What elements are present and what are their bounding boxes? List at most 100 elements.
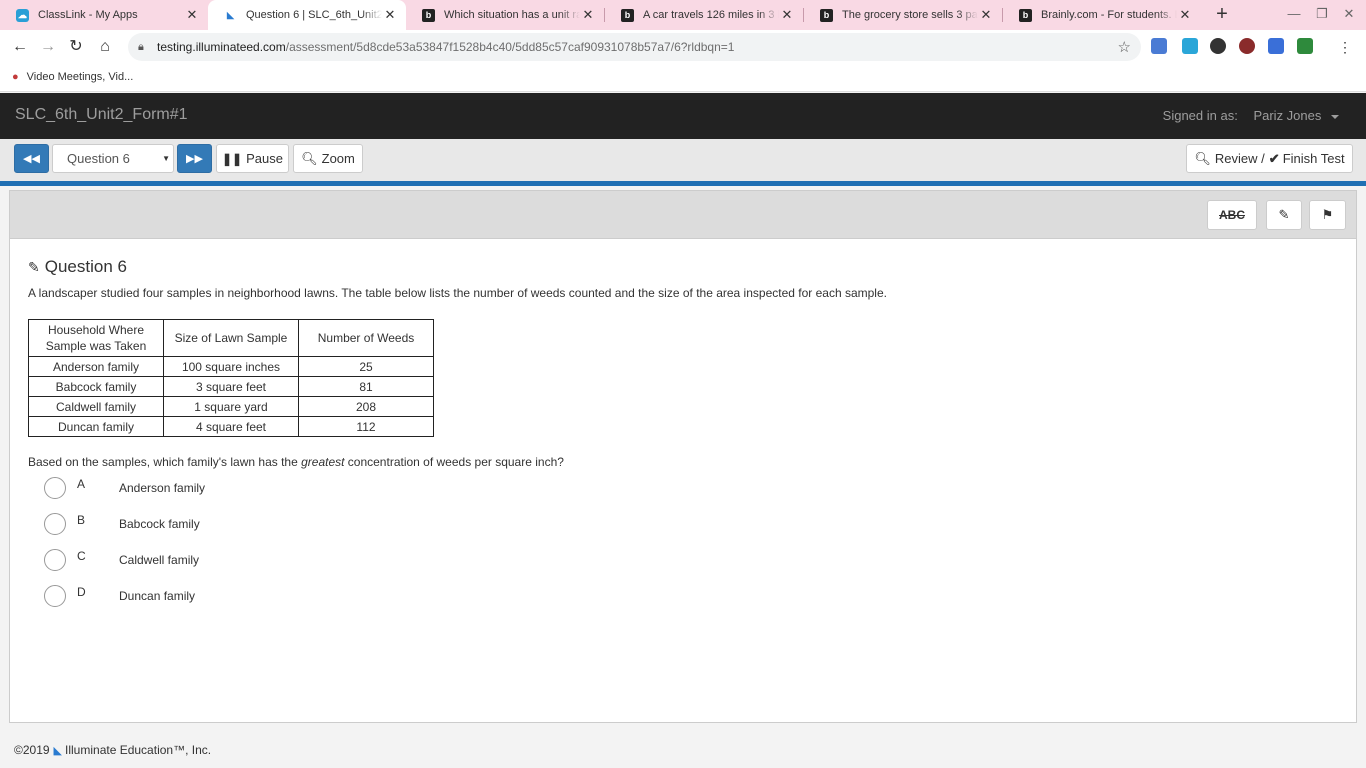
bookmark-star-icon[interactable]: ☆ bbox=[1118, 38, 1131, 56]
assessment-title: SLC_6th_Unit2_Form#1 bbox=[15, 106, 188, 123]
tab-title: A car travels 126 miles in 3 h bbox=[643, 9, 779, 21]
choice-text: Babcock family bbox=[119, 517, 200, 531]
question-panel: ABC ✎ ⚑ ✎ Question 6 A landscaper studie… bbox=[9, 190, 1357, 723]
forward-icon[interactable]: → bbox=[36, 35, 60, 59]
extension-icon[interactable] bbox=[1297, 38, 1313, 54]
zoom-button[interactable]: 🔍︎ Zoom bbox=[293, 144, 363, 173]
review-finish-button[interactable]: 🔍︎ Review / ✔ Finish Test bbox=[1186, 144, 1353, 173]
user-menu[interactable]: Signed in as: Pariz Jones bbox=[1163, 108, 1339, 123]
extension-icon[interactable] bbox=[1239, 38, 1255, 54]
choice-letter: C bbox=[77, 549, 86, 563]
previous-question-button[interactable]: ◀◀ bbox=[14, 144, 49, 173]
user-name: Pariz Jones bbox=[1253, 108, 1322, 123]
extension-icon[interactable] bbox=[1151, 38, 1167, 54]
brainly-icon: b bbox=[1019, 8, 1032, 22]
pause-icon: ❚❚ bbox=[222, 151, 243, 166]
notes-button[interactable]: ✎ bbox=[1266, 200, 1302, 230]
close-tab-icon[interactable]: ✕ bbox=[1177, 7, 1193, 23]
table-row: Anderson family 100 square inches 25 bbox=[28, 356, 434, 377]
tab-title: Brainly.com - For students. By bbox=[1041, 9, 1177, 21]
weeds-table: Household Where Sample was Taken Size of… bbox=[28, 319, 434, 437]
question-stem-emphasis: greatest bbox=[301, 455, 345, 469]
test-controls: ◀◀ Question 6 ▼ ▶▶ ❚❚ Pause 🔍︎ Zoom 🔍︎ R… bbox=[0, 139, 1366, 181]
question-select[interactable]: Question 6 ▼ bbox=[52, 144, 174, 173]
choice-text: Caldwell family bbox=[119, 553, 200, 567]
table-cell: 3 square feet bbox=[163, 376, 299, 397]
table-cell: 208 bbox=[298, 396, 434, 417]
pause-label: Pause bbox=[246, 151, 283, 166]
bookmark-favicon-icon: ● bbox=[12, 71, 19, 83]
answer-choice-b[interactable]: B Babcock family bbox=[44, 512, 200, 536]
close-tab-icon[interactable]: ✕ bbox=[978, 7, 994, 23]
table-header-row: Household Where Sample was Taken Size of… bbox=[28, 319, 434, 357]
browser-tab[interactable]: b The grocery store sells 3 pack ✕ bbox=[804, 0, 1002, 30]
table-cell: 81 bbox=[298, 376, 434, 397]
signed-in-label: Signed in as: bbox=[1162, 108, 1238, 123]
illuminate-icon: ◣ bbox=[227, 9, 234, 20]
brainly-icon: b bbox=[820, 8, 833, 22]
answer-choice-c[interactable]: C Caldwell family bbox=[44, 548, 199, 572]
table-cell: 25 bbox=[298, 356, 434, 377]
address-bar[interactable]: 🔒︎ testing.illuminateed.com/assessment/5… bbox=[128, 33, 1141, 61]
search-icon: 🔍︎ bbox=[1194, 150, 1211, 166]
home-icon[interactable]: ⌂ bbox=[93, 35, 117, 59]
browser-tab[interactable]: b Brainly.com - For students. By ✕ bbox=[1003, 0, 1201, 30]
table-cell: Babcock family bbox=[28, 376, 164, 397]
spellcheck-label: ABC bbox=[1219, 208, 1245, 222]
search-icon: 🔍︎ bbox=[301, 150, 318, 166]
url-host: testing.illuminateed.com bbox=[157, 40, 286, 54]
table-row: Babcock family 3 square feet 81 bbox=[28, 376, 434, 397]
browser-tab[interactable]: b A car travels 126 miles in 3 h ✕ bbox=[605, 0, 803, 30]
table-cell: 112 bbox=[298, 416, 434, 437]
spellcheck-button[interactable]: ABC bbox=[1207, 200, 1257, 230]
url-path: /assessment/5d8cde53a53847f1528b4c40/5dd… bbox=[285, 40, 735, 54]
back-icon[interactable]: ← bbox=[8, 35, 32, 59]
table-header: Number of Weeds bbox=[298, 319, 434, 357]
new-tab-icon[interactable]: + bbox=[1210, 3, 1234, 27]
table-header: Household Where Sample was Taken bbox=[28, 319, 164, 357]
page-footer: ©2019 ◣ Illuminate Education™, Inc. bbox=[14, 743, 211, 757]
table-cell: Caldwell family bbox=[28, 396, 164, 417]
close-tab-icon[interactable]: ✕ bbox=[580, 7, 596, 23]
bookmark-item[interactable]: Video Meetings, Vid... bbox=[27, 71, 134, 83]
classlink-icon: ☁ bbox=[16, 8, 29, 22]
close-tab-icon[interactable]: ✕ bbox=[382, 7, 398, 23]
radio-button[interactable] bbox=[44, 513, 66, 535]
rewind-icon: ◀◀ bbox=[23, 153, 40, 165]
question-stem: Based on the samples, which family's law… bbox=[28, 455, 564, 469]
extension-icon[interactable] bbox=[1268, 38, 1284, 54]
brainly-icon: b bbox=[422, 8, 435, 22]
browser-tab[interactable]: ☁ ClassLink - My Apps ✕ bbox=[0, 0, 208, 30]
close-window-icon[interactable]: ✕ bbox=[1338, 6, 1360, 24]
table-header: Size of Lawn Sample bbox=[163, 319, 299, 357]
table-cell: 4 square feet bbox=[163, 416, 299, 437]
illuminate-logo-icon: ◣ bbox=[53, 744, 63, 757]
browser-tab-active[interactable]: ◣ Question 6 | SLC_6th_Unit2_F ✕ bbox=[208, 0, 406, 30]
question-tools-bar: ABC ✎ ⚑ bbox=[10, 191, 1356, 239]
radio-button[interactable] bbox=[44, 585, 66, 607]
extension-icon[interactable] bbox=[1210, 38, 1226, 54]
table-cell: 100 square inches bbox=[163, 356, 299, 377]
finish-label: Finish Test bbox=[1282, 151, 1345, 166]
next-question-button[interactable]: ▶▶ bbox=[177, 144, 212, 173]
reload-icon[interactable]: ↻ bbox=[64, 35, 88, 59]
pause-button[interactable]: ❚❚ Pause bbox=[216, 144, 289, 173]
radio-button[interactable] bbox=[44, 477, 66, 499]
minimize-icon[interactable]: — bbox=[1283, 6, 1305, 24]
question-title: Question 6 bbox=[44, 257, 127, 276]
close-tab-icon[interactable]: ✕ bbox=[779, 7, 795, 23]
choice-letter: B bbox=[77, 513, 86, 527]
menu-kebab-icon[interactable]: ⋮ bbox=[1333, 35, 1357, 59]
answer-choice-a[interactable]: A Anderson family bbox=[44, 476, 205, 500]
extension-icon[interactable] bbox=[1182, 38, 1198, 54]
restore-icon[interactable]: ❐ bbox=[1311, 6, 1333, 24]
browser-tab-strip: ☁ ClassLink - My Apps ✕ ◣ Question 6 | S… bbox=[0, 0, 1366, 30]
lock-icon: 🔒︎ bbox=[138, 40, 144, 53]
close-tab-icon[interactable]: ✕ bbox=[184, 7, 200, 23]
browser-tab[interactable]: b Which situation has a unit ra ✕ bbox=[406, 0, 604, 30]
radio-button[interactable] bbox=[44, 549, 66, 571]
fast-forward-icon: ▶▶ bbox=[186, 153, 203, 165]
check-icon: ✔ bbox=[1268, 150, 1280, 166]
answer-choice-d[interactable]: D Duncan family bbox=[44, 584, 195, 608]
flag-button[interactable]: ⚑ bbox=[1309, 200, 1346, 230]
